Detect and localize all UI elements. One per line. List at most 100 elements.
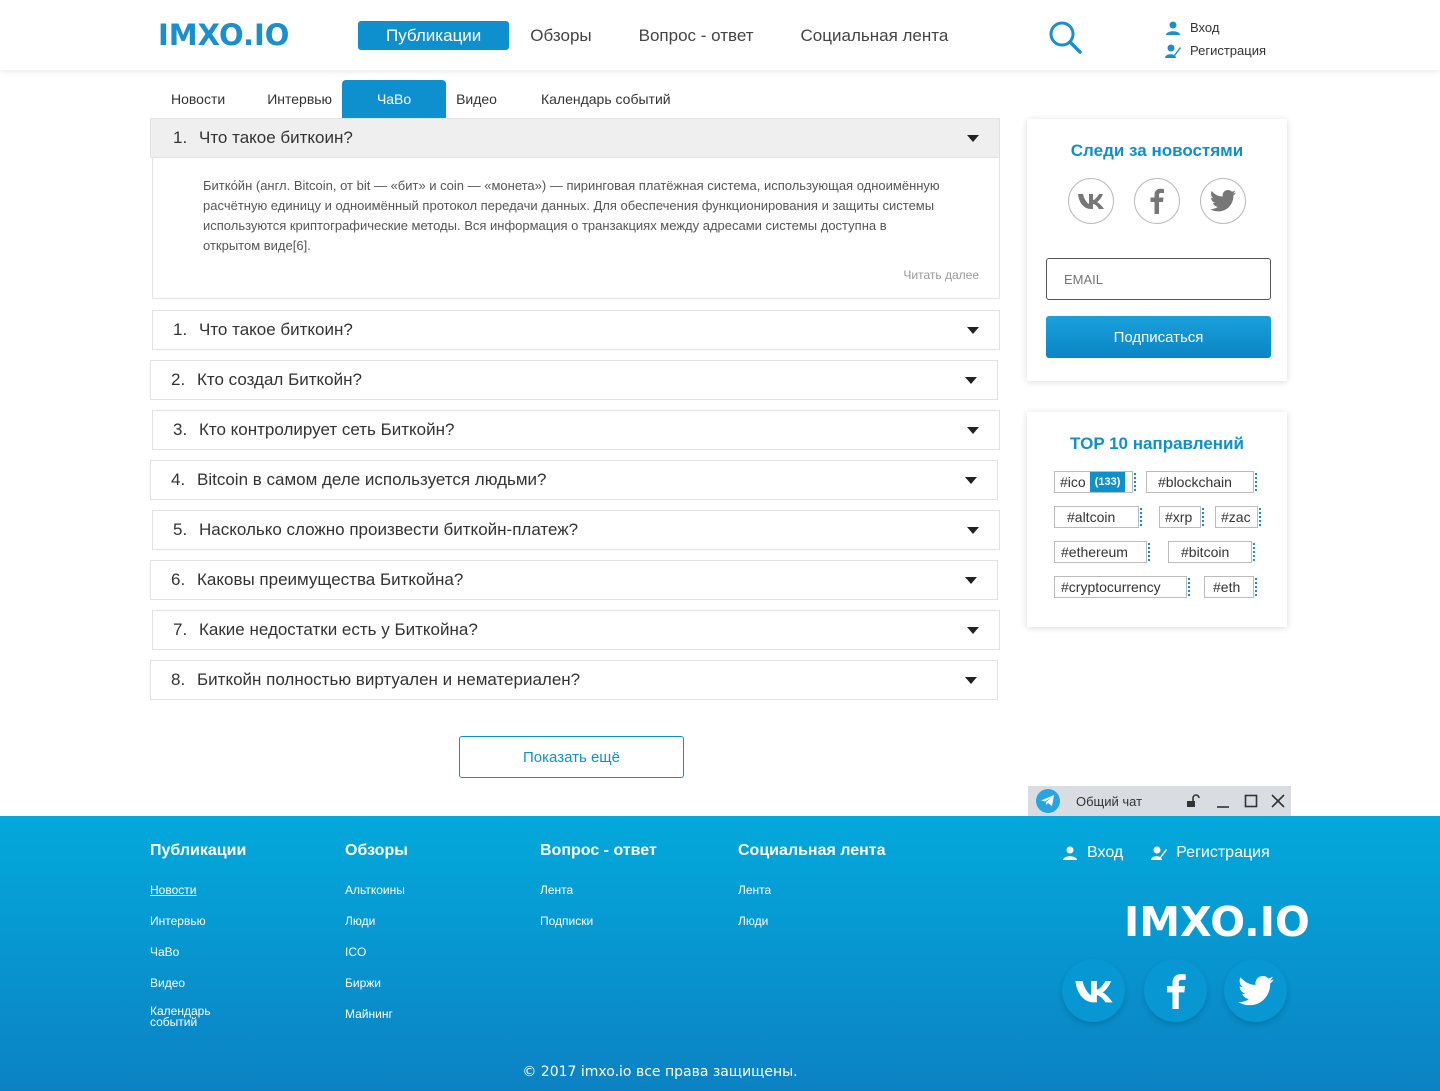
faq-number: 6. bbox=[171, 570, 186, 589]
caret-down-icon[interactable] bbox=[965, 377, 977, 384]
faq-question: Кто создал Биткойн? bbox=[197, 370, 362, 389]
top-tags-card: TOP 10 направлений #ico (133) #blockchain… bbox=[1027, 412, 1287, 627]
tag-label: #blockchain bbox=[1158, 474, 1232, 490]
tag-label: #bitcoin bbox=[1181, 544, 1230, 560]
footer-vk-button[interactable] bbox=[1062, 959, 1125, 1022]
tab-news[interactable]: Новости bbox=[150, 80, 246, 118]
tab-faq[interactable]: ЧаВо bbox=[342, 80, 447, 118]
register-icon bbox=[1151, 846, 1168, 860]
footer-link-subscriptions[interactable]: Подписки bbox=[540, 913, 657, 929]
caret-down-icon[interactable] bbox=[965, 477, 977, 484]
faq-question: Насколько сложно произвести биткойн-плат… bbox=[199, 520, 579, 539]
maximize-icon[interactable] bbox=[1244, 794, 1258, 808]
caret-down-icon[interactable] bbox=[967, 327, 979, 334]
faq-item[interactable]: 3. Кто контролирует сеть Биткойн? bbox=[152, 410, 1000, 450]
footer-twitter-button[interactable] bbox=[1224, 959, 1287, 1022]
footer-link-altcoins[interactable]: Альткоины bbox=[345, 882, 408, 898]
tag-eth[interactable]: #eth bbox=[1204, 576, 1257, 598]
faq-item[interactable]: 5. Насколько сложно произвести биткойн-пл… bbox=[152, 510, 1000, 550]
nav-publications[interactable]: Публикации bbox=[358, 21, 510, 50]
tag-altcoin[interactable]: #altcoin bbox=[1054, 506, 1142, 528]
footer-facebook-button[interactable] bbox=[1144, 959, 1207, 1022]
tag-ico[interactable]: #ico (133) bbox=[1054, 471, 1136, 493]
faq-item[interactable]: 4. Bitcoin в самом деле используется людь… bbox=[150, 460, 998, 500]
footer-link-exchanges[interactable]: Биржи bbox=[345, 975, 408, 991]
footer-link-mining[interactable]: Майнинг bbox=[345, 1006, 408, 1022]
facebook-icon bbox=[1150, 188, 1164, 214]
minimize-icon[interactable] bbox=[1216, 794, 1230, 808]
twitter-icon bbox=[1210, 190, 1236, 212]
nav-social-feed[interactable]: Социальная лента bbox=[801, 26, 949, 46]
site-logo[interactable]: IMXO.IO bbox=[158, 18, 289, 52]
vk-button[interactable] bbox=[1068, 178, 1114, 224]
tab-interviews[interactable]: Интервью bbox=[246, 80, 342, 118]
footer-link-feed[interactable]: Лента bbox=[540, 882, 657, 898]
sub-tabs: Новости Интервью ЧаВо Видео Календарь со… bbox=[150, 80, 692, 118]
chat-bar[interactable]: Общий чат bbox=[1028, 786, 1291, 816]
email-field[interactable] bbox=[1046, 258, 1271, 300]
tag-xrp[interactable]: #xrp bbox=[1159, 506, 1204, 528]
footer-heading[interactable]: Вопрос - ответ bbox=[540, 842, 657, 860]
faq-number: 2. bbox=[171, 370, 186, 389]
faq-item[interactable]: 2. Кто создал Биткойн? bbox=[150, 360, 998, 400]
footer-heading[interactable]: Публикации bbox=[150, 842, 246, 860]
subscribe-button[interactable]: Подписаться bbox=[1046, 316, 1271, 358]
nav-reviews[interactable]: Обзоры bbox=[530, 26, 591, 46]
caret-down-icon[interactable] bbox=[965, 677, 977, 684]
twitter-icon bbox=[1237, 975, 1274, 1005]
tab-events-calendar[interactable]: Календарь событий bbox=[520, 80, 692, 118]
footer-link-ico[interactable]: ICO bbox=[345, 944, 408, 960]
read-more-link[interactable]: Читать далее bbox=[903, 268, 979, 282]
tag-zac[interactable]: #zac bbox=[1215, 506, 1261, 528]
tag-blockchain[interactable]: #blockchain bbox=[1146, 471, 1257, 493]
footer-link-feed[interactable]: Лента bbox=[738, 882, 886, 898]
footer-heading[interactable]: Социальная лента bbox=[738, 842, 886, 860]
footer-link-people[interactable]: Люди bbox=[345, 913, 408, 929]
tag-label: #ethereum bbox=[1061, 544, 1128, 560]
caret-down-icon[interactable] bbox=[967, 627, 979, 634]
footer-register-link[interactable]: Регистрация bbox=[1151, 844, 1270, 862]
faq-item[interactable]: 8. Биткойн полностью виртуален и нематери… bbox=[150, 660, 998, 700]
faq-question: Какие недостатки есть у Биткойна? bbox=[199, 620, 478, 639]
vk-icon bbox=[1078, 194, 1104, 209]
footer-heading[interactable]: Обзоры bbox=[345, 842, 408, 860]
faq-item[interactable]: 7. Какие недостатки есть у Биткойна? bbox=[152, 610, 1000, 650]
caret-down-icon[interactable] bbox=[967, 427, 979, 434]
show-more-button[interactable]: Показать ещё bbox=[459, 736, 684, 778]
tag-ethereum[interactable]: #ethereum bbox=[1054, 541, 1150, 563]
footer-link-people[interactable]: Люди bbox=[738, 913, 886, 929]
faq-answer-panel: Битко́йн (англ. Bitcoin, от bit — «бит» … bbox=[152, 158, 1000, 299]
tab-video[interactable]: Видео bbox=[446, 80, 520, 118]
caret-down-icon[interactable] bbox=[967, 135, 979, 142]
close-icon[interactable] bbox=[1271, 794, 1285, 808]
login-link[interactable]: Вход bbox=[1165, 16, 1266, 39]
footer-link-faq[interactable]: ЧаВо bbox=[150, 944, 246, 960]
footer-link-news[interactable]: Новости bbox=[150, 882, 246, 898]
caret-down-icon[interactable] bbox=[967, 527, 979, 534]
footer: Публикации Новости Интервью ЧаВо Видео К… bbox=[0, 816, 1440, 1091]
footer-logo[interactable]: IMXO.IO bbox=[1124, 898, 1310, 946]
faq-item[interactable]: 1. Что такое биткоин? bbox=[152, 310, 1000, 350]
tag-bitcoin[interactable]: #bitcoin bbox=[1168, 541, 1255, 563]
main-nav: Публикации Обзоры Вопрос - ответ Социаль… bbox=[358, 21, 995, 50]
register-link[interactable]: Регистрация bbox=[1165, 39, 1266, 62]
tag-label: #ico bbox=[1060, 474, 1086, 490]
footer-link-interviews[interactable]: Интервью bbox=[150, 913, 246, 929]
faq-open-header[interactable]: 1. Что такое биткоин? bbox=[150, 118, 1000, 158]
footer-link-calendar[interactable]: Календарь событий bbox=[150, 1005, 230, 1028]
facebook-button[interactable] bbox=[1134, 178, 1180, 224]
subscribe-card: Следи за новостями Подписаться bbox=[1027, 119, 1287, 381]
unlock-icon[interactable] bbox=[1186, 794, 1200, 808]
tag-cryptocurrency[interactable]: #cryptocurrency bbox=[1054, 576, 1190, 598]
faq-question: Каковы преимущества Биткойна? bbox=[197, 570, 464, 589]
footer-login-link[interactable]: Вход bbox=[1062, 844, 1123, 862]
footer-col-reviews: Обзоры Альткоины Люди ICO Биржи Майнинг bbox=[345, 842, 408, 1037]
twitter-button[interactable] bbox=[1200, 178, 1246, 224]
tag-label: #altcoin bbox=[1067, 509, 1116, 525]
faq-number: 1. bbox=[173, 320, 188, 339]
faq-item[interactable]: 6. Каковы преимущества Биткойна? bbox=[150, 560, 998, 600]
footer-link-video[interactable]: Видео bbox=[150, 975, 246, 991]
nav-qa[interactable]: Вопрос - ответ bbox=[639, 26, 754, 46]
caret-down-icon[interactable] bbox=[965, 577, 977, 584]
search-icon[interactable] bbox=[1048, 20, 1082, 54]
